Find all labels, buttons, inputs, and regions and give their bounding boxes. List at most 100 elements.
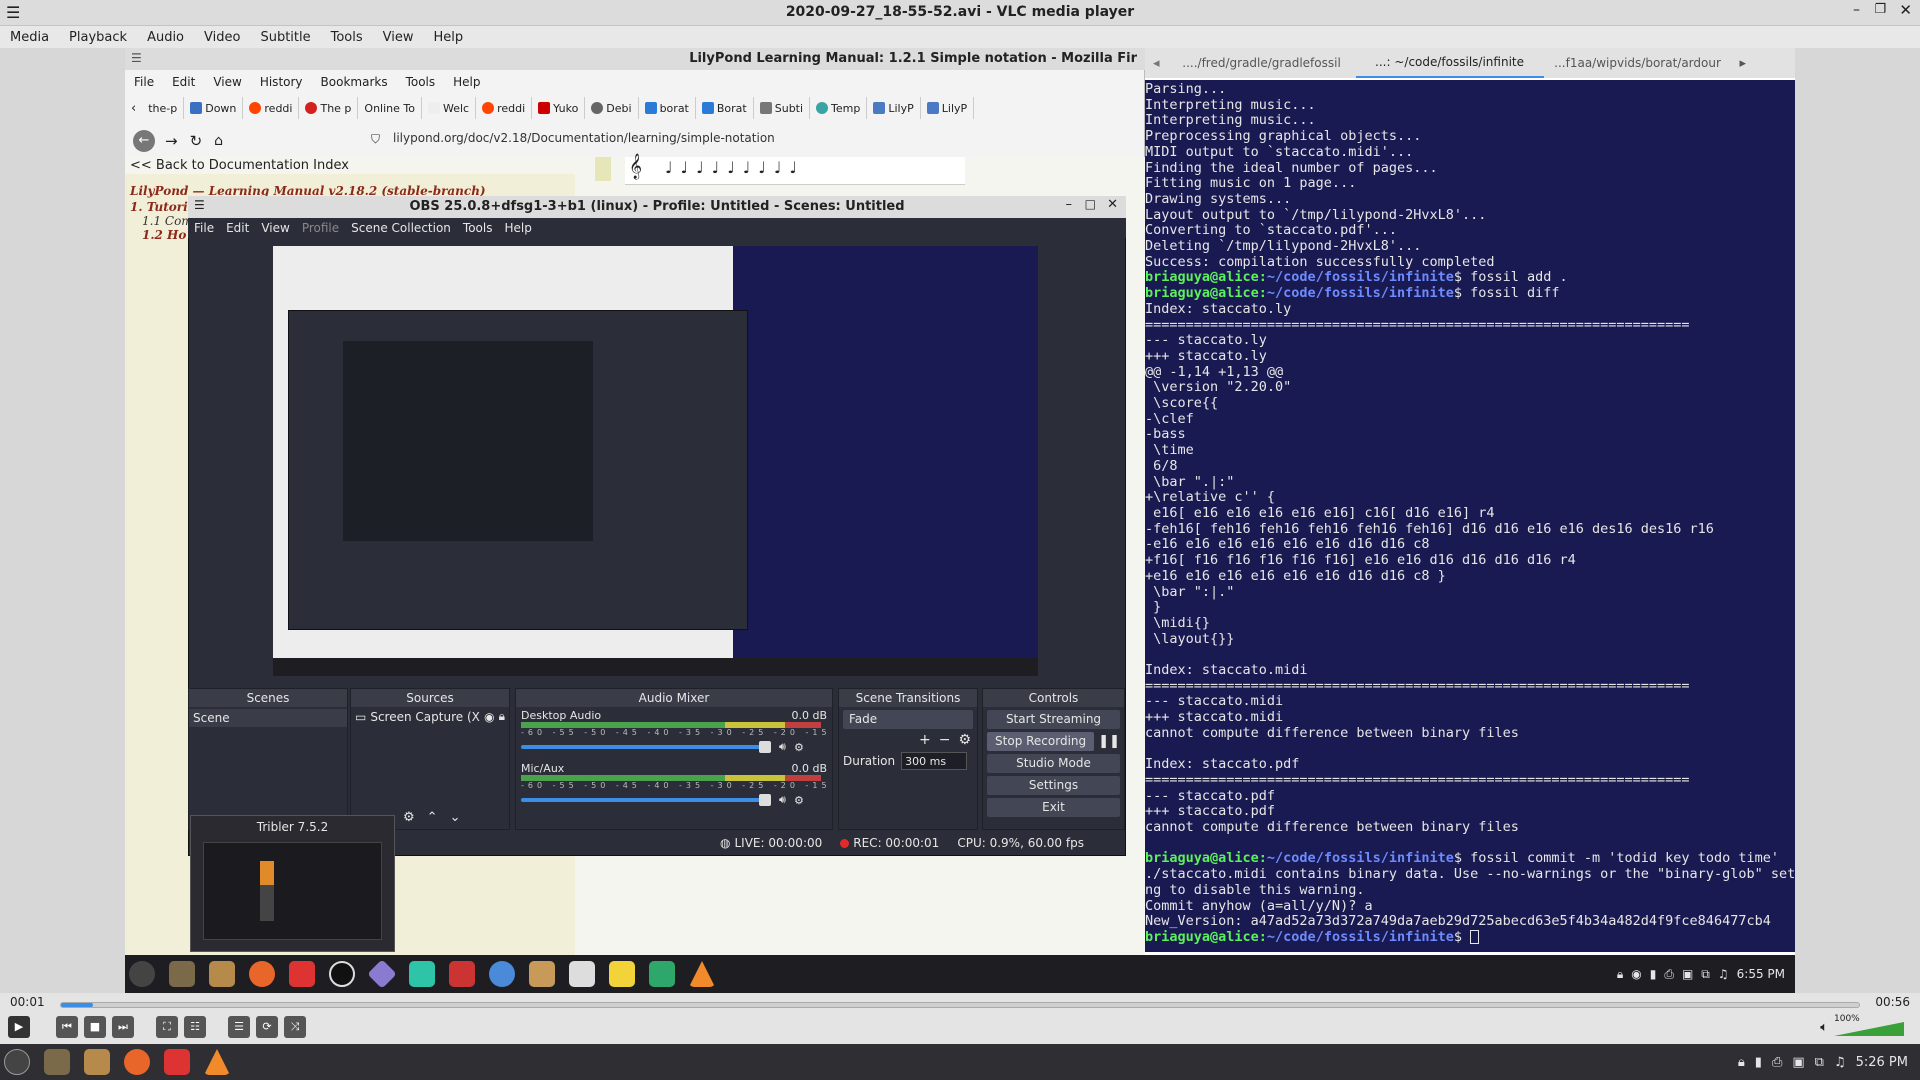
menu-view[interactable]: View bbox=[373, 30, 424, 45]
back-to-index-link[interactable]: << Back to Documentation Index bbox=[130, 158, 349, 173]
tab[interactable]: LilyP bbox=[921, 97, 975, 119]
headphones-icon[interactable] bbox=[649, 961, 675, 987]
signal-icon[interactable] bbox=[409, 961, 435, 987]
loop-icon[interactable]: ⟳ bbox=[256, 1016, 278, 1038]
tab-scroll-left-icon[interactable]: ‹ bbox=[125, 101, 142, 116]
archive-icon[interactable] bbox=[529, 961, 555, 987]
pause-icon[interactable]: ❚❚ bbox=[1098, 734, 1120, 749]
exit-button[interactable]: Exit bbox=[987, 798, 1120, 817]
terminal-tab[interactable]: ...f1aa/wipvids/borat/ardour bbox=[1544, 48, 1732, 78]
stop-icon[interactable]: ■ bbox=[84, 1016, 106, 1038]
launcher-icon[interactable] bbox=[129, 961, 155, 987]
launcher-icon[interactable] bbox=[4, 1049, 30, 1075]
display-icon[interactable]: ▣ bbox=[1792, 1055, 1804, 1070]
files-icon[interactable] bbox=[169, 961, 195, 987]
gear-icon[interactable]: ⚙ bbox=[794, 741, 804, 754]
reload-icon[interactable]: ↻ bbox=[190, 132, 203, 150]
back-icon[interactable]: ← bbox=[133, 130, 155, 152]
move-down-icon[interactable]: ⌄ bbox=[450, 810, 461, 825]
lock-icon[interactable]: 🔒︎ bbox=[1617, 967, 1623, 982]
document-icon[interactable] bbox=[569, 961, 595, 987]
source-item[interactable]: ▭ Screen Capture (X ◉ 🔒︎ bbox=[351, 707, 509, 726]
network-icon[interactable]: ⧉ bbox=[1815, 1055, 1824, 1070]
ff-menu-edit[interactable]: Edit bbox=[163, 75, 204, 89]
tab-scroll-left-icon[interactable]: ◂ bbox=[1145, 56, 1168, 71]
firefox-icon[interactable] bbox=[124, 1049, 150, 1075]
toc-item[interactable]: 1. Tutori bbox=[130, 200, 188, 214]
ff-menu-help[interactable]: Help bbox=[444, 75, 489, 89]
desktop-audio-volume-slider[interactable] bbox=[521, 741, 771, 753]
move-up-icon[interactable]: ⌃ bbox=[427, 810, 438, 825]
tab[interactable]: the-p bbox=[142, 97, 185, 119]
tab[interactable]: Yuko bbox=[532, 97, 586, 119]
shuffle-icon[interactable]: ⤨ bbox=[284, 1016, 306, 1038]
ff-menu-file[interactable]: File bbox=[125, 75, 163, 89]
tab[interactable]: The p bbox=[299, 97, 359, 119]
firefox-icon[interactable] bbox=[249, 961, 275, 987]
ff-menu-bookmarks[interactable]: Bookmarks bbox=[312, 75, 397, 89]
terminal-output[interactable]: Parsing... Interpreting music... Interpret… bbox=[1145, 80, 1795, 952]
printer-icon[interactable]: ⎙ bbox=[1664, 967, 1674, 982]
tab[interactable]: Down bbox=[184, 97, 244, 119]
obs-menu-file[interactable]: File bbox=[188, 221, 220, 235]
menu-media[interactable]: Media bbox=[0, 30, 59, 45]
tab[interactable]: reddi bbox=[476, 97, 533, 119]
chromium-icon[interactable] bbox=[489, 961, 515, 987]
tribler-window-preview[interactable]: Tribler 7.5.2 bbox=[190, 815, 395, 952]
duration-input[interactable] bbox=[901, 752, 968, 770]
obs-menu-profile[interactable]: Profile bbox=[296, 221, 345, 235]
vlc-icon[interactable] bbox=[689, 961, 715, 987]
seek-slider[interactable] bbox=[60, 1002, 1860, 1008]
obs-icon[interactable] bbox=[329, 961, 355, 987]
obs-menu-view[interactable]: View bbox=[255, 221, 295, 235]
tribler-tray-icon[interactable]: ▮ bbox=[1650, 967, 1657, 981]
volume-slider[interactable]: 100% bbox=[1834, 1014, 1904, 1038]
start-streaming-button[interactable]: Start Streaming bbox=[987, 710, 1120, 729]
menu-tools[interactable]: Tools bbox=[321, 30, 373, 45]
volume-icon[interactable]: ♫ bbox=[1718, 967, 1729, 981]
tab-scroll-right-icon[interactable]: ▸ bbox=[1732, 56, 1755, 71]
scene-item[interactable]: Scene bbox=[189, 709, 347, 727]
settings-button[interactable]: Settings bbox=[987, 776, 1120, 795]
obs-menu-help[interactable]: Help bbox=[498, 221, 537, 235]
terminal-tab[interactable]: ..../fred/gradle/gradlefossil bbox=[1168, 48, 1356, 78]
home-icon[interactable]: ⌂ bbox=[214, 133, 223, 149]
files-icon[interactable] bbox=[44, 1049, 70, 1075]
minimize-icon[interactable]: – bbox=[1066, 197, 1073, 212]
gear-icon[interactable]: ⚙ bbox=[958, 732, 971, 748]
printer-icon[interactable]: ⎙ bbox=[1772, 1055, 1782, 1070]
tab[interactable]: Borat bbox=[696, 97, 754, 119]
menu-subtitle[interactable]: Subtitle bbox=[250, 30, 320, 45]
mic-aux-volume-slider[interactable] bbox=[521, 794, 771, 806]
tab[interactable]: reddi bbox=[243, 97, 300, 119]
folder-icon[interactable] bbox=[209, 961, 235, 987]
folder-icon[interactable] bbox=[84, 1049, 110, 1075]
play-icon[interactable]: ▶ bbox=[8, 1016, 30, 1038]
extended-settings-icon[interactable]: ☷ bbox=[184, 1016, 206, 1038]
minimize-icon[interactable]: – bbox=[1853, 2, 1860, 18]
close-icon[interactable]: ✕ bbox=[1899, 1, 1912, 19]
remove-icon[interactable]: − bbox=[939, 732, 951, 748]
obs-menu-scene-collection[interactable]: Scene Collection bbox=[345, 221, 457, 235]
studio-mode-button[interactable]: Studio Mode bbox=[987, 754, 1120, 773]
speaker-icon[interactable]: 🔊︎ bbox=[779, 793, 786, 807]
menu-playback[interactable]: Playback bbox=[59, 30, 137, 45]
vlc-icon[interactable] bbox=[204, 1049, 230, 1075]
firefox-menu-icon[interactable]: ☰ bbox=[131, 51, 142, 65]
maximize-icon[interactable]: □ bbox=[1085, 197, 1096, 211]
fullscreen-icon[interactable]: ⛶ bbox=[156, 1016, 178, 1038]
speaker-icon[interactable]: 🔊︎ bbox=[779, 740, 786, 754]
menu-audio[interactable]: Audio bbox=[137, 30, 194, 45]
maximize-icon[interactable]: ❐ bbox=[1874, 2, 1886, 17]
obs-preview[interactable] bbox=[273, 246, 1038, 676]
tribler-icon[interactable] bbox=[164, 1049, 190, 1075]
display-icon[interactable]: ▣ bbox=[1682, 967, 1693, 981]
eye-icon[interactable]: ◉ bbox=[484, 710, 494, 724]
previous-icon[interactable]: ⏮ bbox=[56, 1016, 78, 1038]
obs-menu-edit[interactable]: Edit bbox=[220, 221, 255, 235]
tab[interactable]: Subti bbox=[754, 97, 811, 119]
toc-item[interactable]: 1.2 Ho bbox=[142, 228, 186, 242]
url-bar[interactable]: ⛉ lilypond.org/doc/v2.18/Documentation/l… bbox=[365, 131, 1145, 151]
playlist-icon[interactable]: ☰ bbox=[228, 1016, 250, 1038]
ff-menu-view[interactable]: View bbox=[204, 75, 250, 89]
